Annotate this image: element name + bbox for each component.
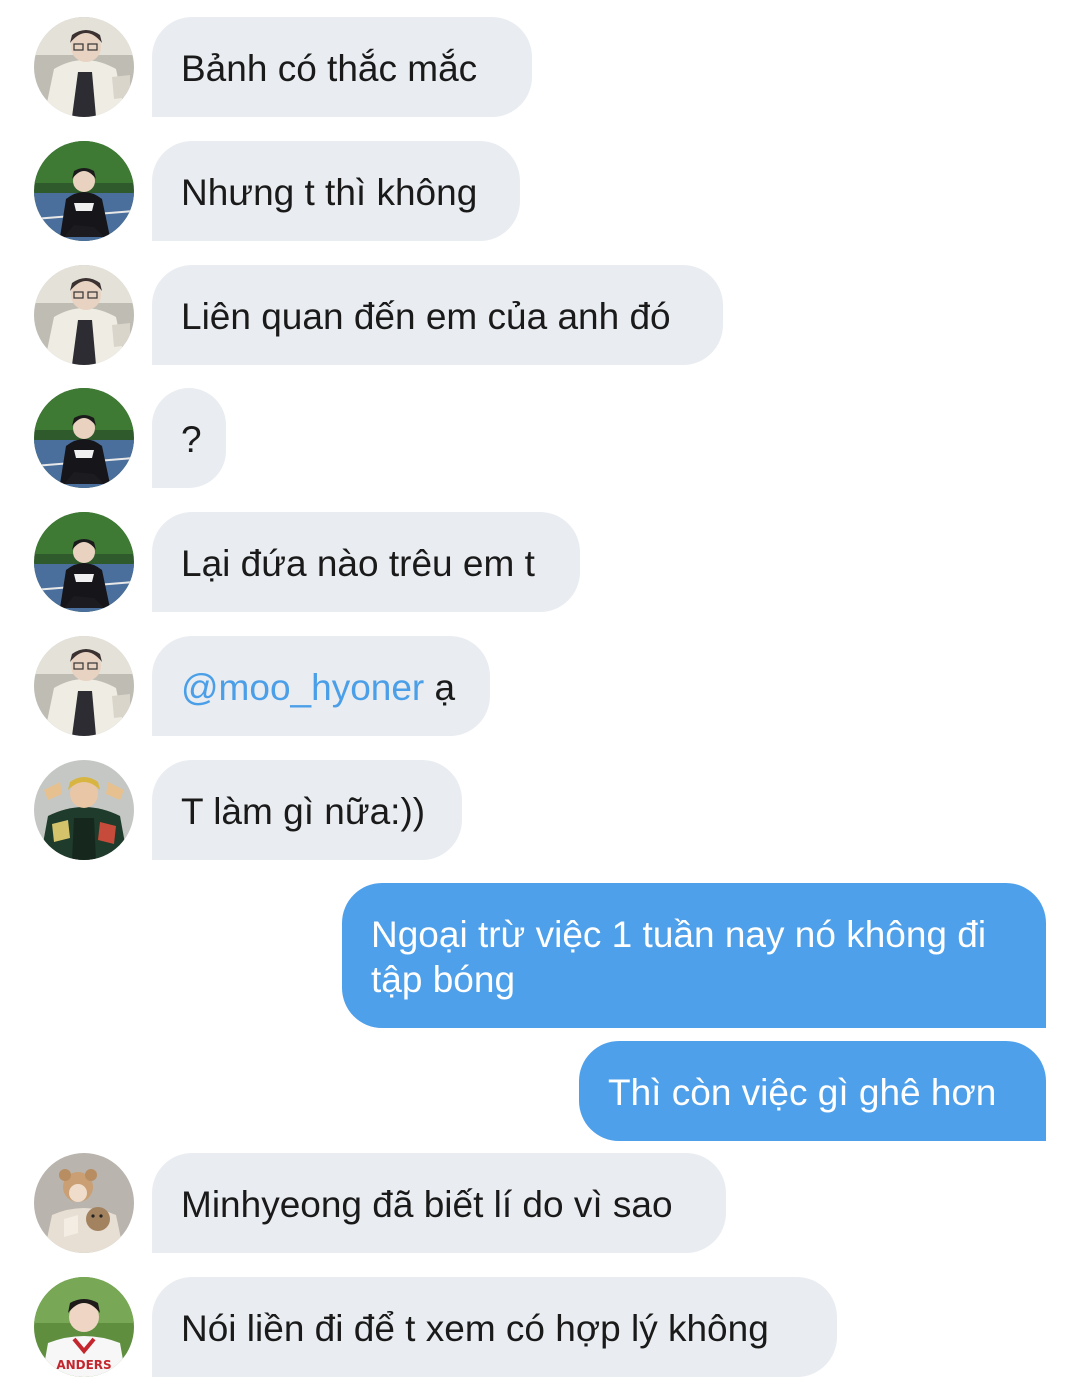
avatar-cream-jacket (34, 17, 134, 117)
avatar-cream-jacket (34, 636, 134, 736)
message-bubble-outgoing[interactable]: Ngoại trừ việc 1 tuần nay nó không đi tậ… (342, 883, 1046, 1028)
avatar[interactable] (34, 265, 134, 365)
message-text: Nói liền đi để t xem có hợp lý không (181, 1308, 769, 1349)
message-text: ? (181, 419, 202, 460)
message-bubble[interactable]: @moo_hyoner ạ (152, 636, 490, 736)
avatar-court-boy (34, 512, 134, 612)
avatar-cream-jacket (34, 265, 134, 365)
avatar-varsity-jacket (34, 760, 134, 860)
avatar[interactable] (34, 760, 134, 860)
message-bubble[interactable]: Liên quan đến em của anh đó (152, 265, 723, 365)
message-bubble[interactable]: Lại đứa nào trêu em t (152, 512, 580, 612)
avatar-baseball-jersey (34, 1277, 134, 1377)
message-text: Liên quan đến em của anh đó (181, 296, 671, 337)
message-bubble[interactable]: Nói liền đi để t xem có hợp lý không (152, 1277, 837, 1377)
message-bubble[interactable]: ? (152, 388, 226, 488)
avatar[interactable] (34, 1277, 134, 1377)
message-bubble[interactable]: Minhyeong đã biết lí do vì sao (152, 1153, 726, 1253)
avatar-court-boy (34, 141, 134, 241)
avatar-court-boy (34, 388, 134, 488)
message-text: Nhưng t thì không (181, 172, 478, 213)
message-text: Thì còn việc gì ghê hơn (608, 1072, 997, 1113)
message-text: Ngoại trừ việc 1 tuần nay nó không đi tậ… (371, 914, 987, 1000)
message-bubble[interactable]: Nhưng t thì không (152, 141, 520, 241)
avatar-bear-hat (34, 1153, 134, 1253)
message-text: T làm gì nữa:)) (181, 791, 426, 832)
chat-thread: Bảnh có thắc mắc Nhưng t thì không Liên … (0, 0, 1080, 1390)
message-text: Lại đứa nào trêu em t (181, 543, 535, 584)
message-bubble[interactable]: T làm gì nữa:)) (152, 760, 462, 860)
avatar[interactable] (34, 512, 134, 612)
avatar[interactable] (34, 1153, 134, 1253)
avatar[interactable] (34, 17, 134, 117)
message-text: ạ (424, 667, 456, 708)
avatar[interactable] (34, 636, 134, 736)
message-text: Bảnh có thắc mắc (181, 48, 478, 89)
message-bubble[interactable]: Bảnh có thắc mắc (152, 17, 532, 117)
message-text: Minhyeong đã biết lí do vì sao (181, 1184, 673, 1225)
user-mention-link[interactable]: @moo_hyoner (181, 667, 424, 708)
message-bubble-outgoing[interactable]: Thì còn việc gì ghê hơn (579, 1041, 1046, 1141)
avatar[interactable] (34, 388, 134, 488)
avatar[interactable] (34, 141, 134, 241)
